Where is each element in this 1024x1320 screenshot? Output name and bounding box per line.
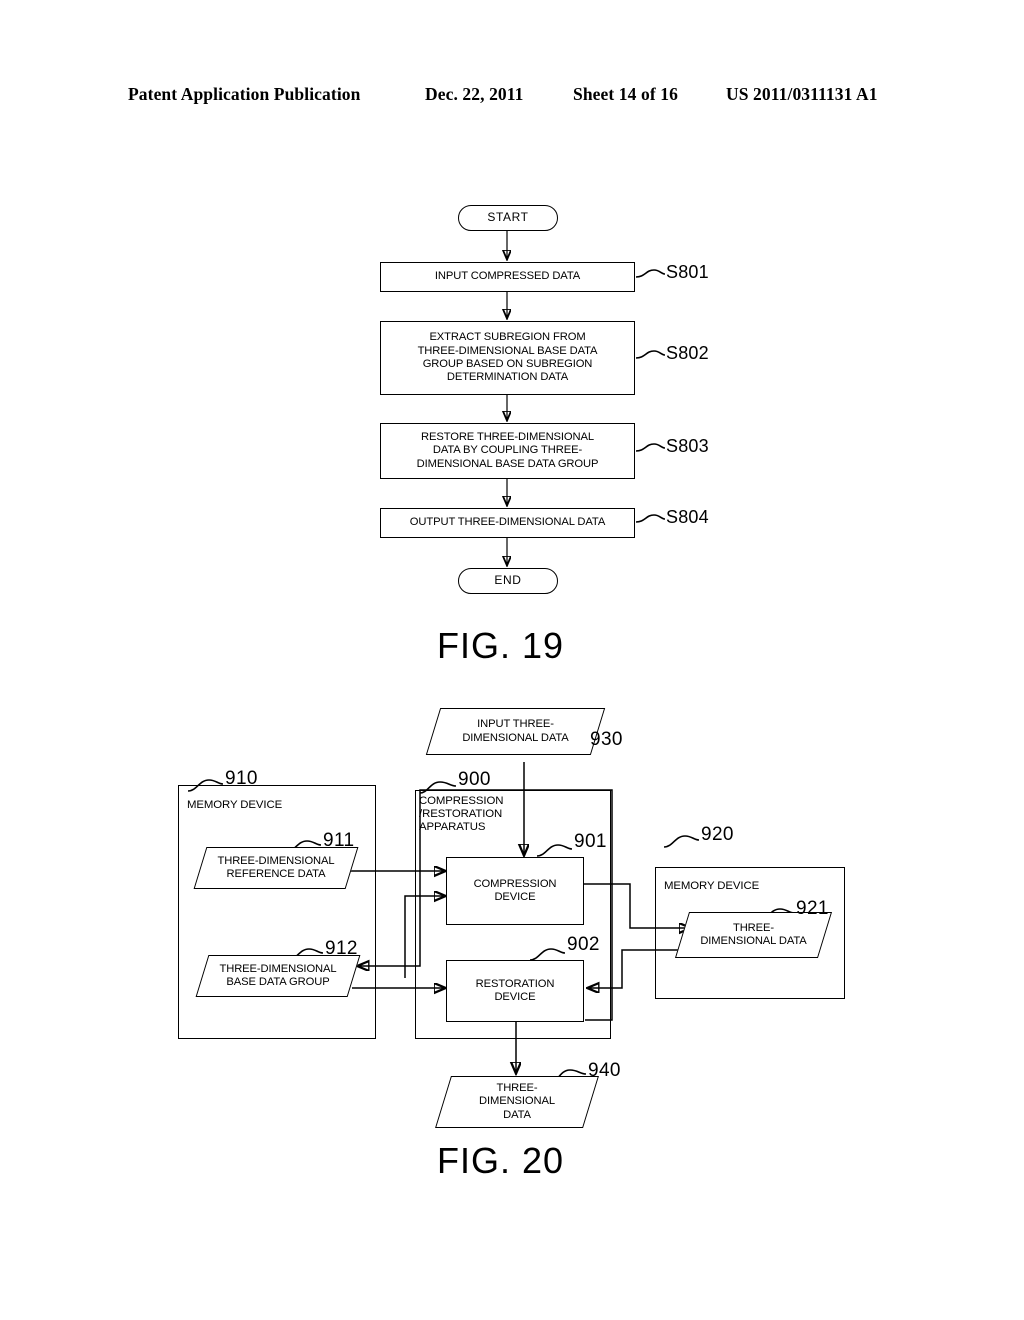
ref-numeral-930: 930 xyxy=(590,729,623,750)
ref-numeral-902: 902 xyxy=(567,934,600,955)
data-shape-940-label: THREE- DIMENSIONAL DATA xyxy=(479,1081,555,1121)
data-shape-three-dimensional-data-940: THREE- DIMENSIONAL DATA xyxy=(435,1076,599,1128)
ref-numeral-901: 901 xyxy=(574,831,607,852)
header-sheet-number: Sheet 14 of 16 xyxy=(573,84,678,104)
flow-node-end-label: END xyxy=(494,573,522,588)
flow-node-start: START xyxy=(458,205,558,231)
figure-20-caption: FIG. 20 xyxy=(437,1140,565,1181)
ref-numeral-940: 940 xyxy=(588,1060,621,1081)
data-shape-input-three-dimensional-data: INPUT THREE- DIMENSIONAL DATA xyxy=(425,708,606,755)
data-shape-911-label: THREE-DIMENSIONAL REFERENCE DATA xyxy=(217,854,335,880)
header-publication: Patent Application Publication xyxy=(128,84,361,104)
header-date: Dec. 22, 2011 xyxy=(425,84,524,104)
flow-node-s803: RESTORE THREE-DIMENSIONAL DATA BY COUPLI… xyxy=(380,423,635,479)
ref-numeral-911: 911 xyxy=(323,830,355,851)
flow-node-s801-label: INPUT COMPRESSED DATA xyxy=(434,270,581,283)
flow-node-end: END xyxy=(458,568,558,594)
figure-19-caption: FIG. 19 xyxy=(437,625,565,666)
flow-node-s802: EXTRACT SUBREGION FROM THREE-DIMENSIONAL… xyxy=(380,321,635,395)
ref-numeral-920: 920 xyxy=(701,824,734,845)
container-apparatus-900-label: COMPRESSION /RESTORATION APPARATUS xyxy=(419,795,504,834)
step-label-s802: S802 xyxy=(666,343,709,363)
data-shape-921-label: THREE- DIMENSIONAL DATA xyxy=(700,921,807,947)
block-compression-device-label: COMPRESSION DEVICE xyxy=(473,877,557,903)
step-label-s803: S803 xyxy=(666,436,709,456)
flow-node-start-label: START xyxy=(487,210,529,225)
data-shape-three-dimensional-base-data-group: THREE-DIMENSIONAL BASE DATA GROUP xyxy=(195,955,361,997)
block-restoration-device-label: RESTORATION DEVICE xyxy=(475,977,555,1003)
ref-numeral-921: 921 xyxy=(796,898,829,919)
data-shape-912-label: THREE-DIMENSIONAL BASE DATA GROUP xyxy=(219,962,337,988)
step-label-s804: S804 xyxy=(666,507,709,527)
block-restoration-device: RESTORATION DEVICE xyxy=(446,960,584,1022)
flow-node-s804: OUTPUT THREE-DIMENSIONAL DATA xyxy=(380,508,635,538)
block-compression-device: COMPRESSION DEVICE xyxy=(446,857,584,925)
ref-numeral-910: 910 xyxy=(225,768,258,789)
data-shape-three-dimensional-reference-data: THREE-DIMENSIONAL REFERENCE DATA xyxy=(193,847,359,889)
flow-node-s802-label: EXTRACT SUBREGION FROM THREE-DIMENSIONAL… xyxy=(417,331,598,384)
flow-node-s801: INPUT COMPRESSED DATA xyxy=(380,262,635,292)
step-label-s801: S801 xyxy=(666,262,709,282)
flow-node-s803-label: RESTORE THREE-DIMENSIONAL DATA BY COUPLI… xyxy=(416,430,599,470)
ref-numeral-900: 900 xyxy=(458,769,491,790)
container-memory-device-920-label: MEMORY DEVICE xyxy=(664,880,760,892)
header-document-number: US 2011/0311131 A1 xyxy=(726,84,878,104)
container-memory-device-910 xyxy=(178,785,376,1039)
ref-numeral-912: 912 xyxy=(325,938,358,959)
page-header: Patent Application Publication Dec. 22, … xyxy=(0,84,1024,114)
container-memory-device-910-label: MEMORY DEVICE xyxy=(187,799,283,811)
data-shape-930-label: INPUT THREE- DIMENSIONAL DATA xyxy=(462,718,569,744)
flow-node-s804-label: OUTPUT THREE-DIMENSIONAL DATA xyxy=(409,516,606,529)
